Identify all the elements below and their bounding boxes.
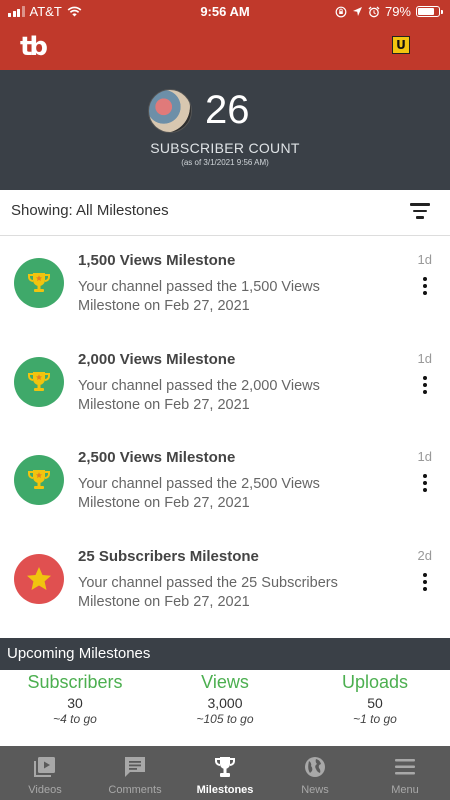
upcoming-subscribers[interactable]: Subscribers 30 ~4 to go <box>0 672 150 726</box>
list-item[interactable]: 25 Subscribers Milestone Your channel pa… <box>0 532 450 631</box>
subscriber-count-label: SUBSCRIBER COUNT <box>150 140 300 156</box>
milestone-title: 25 Subscribers Milestone <box>78 547 259 565</box>
status-bar: AT&T 9:56 AM 79% <box>0 0 450 24</box>
subscriber-header: 26 SUBSCRIBER COUNT (as of 3/1/2021 9:56… <box>0 70 450 190</box>
star-icon <box>27 566 51 590</box>
upcoming-value: 50 <box>367 695 383 711</box>
trophy-icon <box>215 757 235 777</box>
comments-icon <box>125 757 145 777</box>
status-right: 79% <box>335 4 443 19</box>
milestone-time: 1d <box>417 252 432 267</box>
upcoming-milestones-title: Upcoming Milestones <box>7 645 151 662</box>
filter-icon[interactable] <box>410 203 430 221</box>
nav-label: News <box>301 784 329 796</box>
milestone-time: 1d <box>417 350 432 366</box>
upcoming-label: Views <box>201 672 249 692</box>
upcoming-to-go: ~1 to go <box>353 712 397 726</box>
milestone-description: Your channel passed the 25 Subscribers M… <box>78 574 338 610</box>
u-badge-icon[interactable]: U <box>392 36 410 54</box>
more-options-icon[interactable] <box>422 474 428 494</box>
trophy-icon <box>28 273 50 292</box>
subscriber-count: 26 <box>205 88 250 132</box>
milestone-description: Your channel passed the 1,500 Views Mile… <box>78 279 320 314</box>
upcoming-milestones-header: Upcoming Milestones <box>0 638 450 670</box>
nav-label: Menu <box>391 784 419 796</box>
upcoming-to-go: ~4 to go <box>53 712 97 726</box>
app-bar: tb U <box>0 24 450 70</box>
milestone-list: 1,500 Views Milestone Your channel passe… <box>0 236 450 630</box>
more-options-icon[interactable] <box>422 572 428 593</box>
menu-icon <box>395 759 415 775</box>
location-icon <box>352 7 362 16</box>
list-item[interactable]: 2,500 Views Milestone Your channel passe… <box>0 433 450 532</box>
milestone-title: 2,000 Views Milestone <box>78 350 236 368</box>
nav-label: Comments <box>108 784 162 796</box>
nav-comments[interactable]: Comments <box>90 746 180 800</box>
milestone-time: 1d <box>417 449 432 464</box>
milestone-badge <box>14 553 64 604</box>
video-icon <box>34 757 55 777</box>
battery-percent: 79% <box>384 4 411 19</box>
filter-status-text: Showing: All Milestones <box>11 202 169 219</box>
nav-news[interactable]: News <box>270 746 360 800</box>
upcoming-views[interactable]: Views 3,000 ~105 to go <box>150 672 300 726</box>
upcoming-uploads[interactable]: Uploads 50 ~1 to go <box>300 672 450 726</box>
subscriber-count-timestamp: (as of 3/1/2021 9:56 AM) <box>181 158 269 167</box>
globe-icon <box>305 757 325 777</box>
more-options-icon[interactable] <box>422 277 428 297</box>
lock-rotation-icon <box>335 6 347 17</box>
bottom-nav: Videos Comments Milestones News Menu <box>0 746 450 800</box>
milestone-badge <box>14 258 64 308</box>
milestone-description: Your channel passed the 2,000 Views Mile… <box>78 377 320 413</box>
upcoming-milestones: Subscribers 30 ~4 to go Views 3,000 ~105… <box>0 670 450 746</box>
avatar <box>148 89 192 133</box>
nav-label: Videos <box>28 784 62 796</box>
tubebuddy-logo[interactable]: tb <box>20 32 48 62</box>
milestone-description: Your channel passed the 2,500 Views Mile… <box>78 476 320 511</box>
milestone-badge <box>14 356 64 407</box>
trophy-icon <box>28 371 50 391</box>
alarm-icon <box>368 6 380 17</box>
nav-milestones[interactable]: Milestones <box>180 746 270 800</box>
nav-label: Milestones <box>196 784 254 796</box>
milestone-title: 1,500 Views Milestone <box>78 252 236 269</box>
list-item[interactable]: 2,000 Views Milestone Your channel passe… <box>0 335 450 434</box>
upcoming-label: Uploads <box>341 672 409 692</box>
upcoming-to-go: ~105 to go <box>196 712 254 726</box>
upcoming-value: 3,000 <box>207 695 243 711</box>
trophy-icon <box>28 470 50 489</box>
milestone-filter-row[interactable]: Showing: All Milestones <box>0 190 450 236</box>
battery-icon <box>416 6 443 17</box>
upcoming-label: Subscribers <box>27 672 123 692</box>
upcoming-value: 30 <box>67 695 83 711</box>
list-item[interactable]: 1,500 Views Milestone Your channel passe… <box>0 236 450 335</box>
milestone-title: 2,500 Views Milestone <box>78 449 236 466</box>
more-options-icon[interactable] <box>422 375 428 396</box>
milestone-badge <box>14 455 64 505</box>
nav-menu[interactable]: Menu <box>360 746 450 800</box>
nav-videos[interactable]: Videos <box>0 746 90 800</box>
milestone-time: 2d <box>417 547 432 563</box>
